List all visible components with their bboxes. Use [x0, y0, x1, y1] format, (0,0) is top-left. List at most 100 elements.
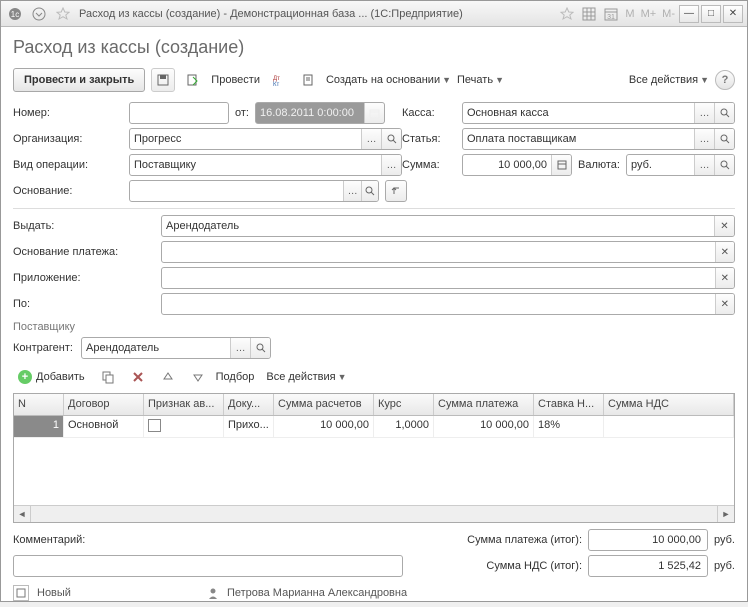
- save-icon[interactable]: [151, 68, 175, 92]
- issue-to-field[interactable]: Арендодатель ✕: [161, 215, 735, 237]
- cashdesk-field[interactable]: Основная касса …: [462, 102, 735, 124]
- cell-n[interactable]: 1: [14, 416, 64, 437]
- by-field[interactable]: ✕: [161, 293, 735, 315]
- table-row[interactable]: 1 Основной Прихо... 10 000,00 1,0000 10 …: [14, 416, 734, 438]
- fav-icon[interactable]: [557, 4, 577, 24]
- by-input[interactable]: [162, 294, 715, 314]
- open-icon[interactable]: [250, 338, 270, 358]
- comment-input[interactable]: [14, 556, 402, 576]
- post-label[interactable]: Провести: [211, 74, 260, 86]
- ellipsis-icon[interactable]: …: [694, 129, 714, 149]
- ellipsis-icon[interactable]: …: [361, 129, 381, 149]
- basis-input[interactable]: [130, 181, 343, 201]
- calendar-icon[interactable]: 31: [601, 4, 621, 24]
- th-doc[interactable]: Доку...: [224, 394, 274, 415]
- print-menu[interactable]: Печать▼: [457, 74, 504, 86]
- delete-row-icon[interactable]: [126, 365, 150, 389]
- article-field[interactable]: Оплата поставщикам …: [462, 128, 735, 150]
- date-field[interactable]: 16.08.2011 0:00:00: [255, 102, 385, 124]
- open-icon[interactable]: [361, 181, 378, 201]
- ellipsis-icon[interactable]: …: [694, 103, 714, 123]
- star-icon[interactable]: [53, 4, 73, 24]
- help-button[interactable]: ?: [715, 70, 735, 90]
- ellipsis-icon[interactable]: …: [343, 181, 360, 201]
- clear-icon[interactable]: ✕: [714, 216, 734, 236]
- grid-icon[interactable]: [579, 4, 599, 24]
- clear-icon[interactable]: ✕: [715, 268, 734, 288]
- add-row-button[interactable]: + Добавить: [13, 366, 90, 388]
- doc-icon[interactable]: [296, 68, 320, 92]
- plus-icon: +: [18, 370, 32, 384]
- calendar-picker-icon[interactable]: [364, 103, 384, 123]
- th-contract[interactable]: Договор: [64, 394, 144, 415]
- th-vat[interactable]: Сумма НДС: [604, 394, 734, 415]
- open-icon[interactable]: [714, 103, 734, 123]
- ellipsis-icon[interactable]: …: [381, 155, 401, 175]
- table-hscrollbar[interactable]: ◄ ►: [14, 505, 734, 522]
- mem-mplus[interactable]: M+: [639, 8, 659, 20]
- currency-field[interactable]: руб. …: [626, 154, 735, 176]
- th-pay[interactable]: Сумма платежа: [434, 394, 534, 415]
- cell-rate[interactable]: 1,0000: [374, 416, 434, 437]
- move-down-icon[interactable]: [186, 365, 210, 389]
- open-icon[interactable]: [381, 129, 401, 149]
- dropdown-icon[interactable]: [29, 4, 49, 24]
- advance-checkbox[interactable]: [148, 419, 161, 432]
- clear-icon[interactable]: ✕: [715, 294, 734, 314]
- scroll-right-icon[interactable]: ►: [717, 506, 734, 522]
- all-actions-menu[interactable]: Все действия▼: [629, 74, 709, 86]
- scroll-left-icon[interactable]: ◄: [14, 506, 31, 522]
- ellipsis-icon[interactable]: …: [694, 155, 714, 175]
- number-field[interactable]: [129, 102, 229, 124]
- fill-from-basis-button[interactable]: [385, 180, 407, 202]
- post-and-close-button[interactable]: Провести и закрыть: [13, 68, 145, 92]
- dtkt-icon[interactable]: ДтКт: [266, 68, 290, 92]
- user-name: Петрова Марианна Александровна: [227, 587, 407, 599]
- attachment-input[interactable]: [162, 268, 715, 288]
- cell-vat[interactable]: [604, 416, 734, 437]
- sum-field[interactable]: 10 000,00: [462, 154, 572, 176]
- label-pay-basis: Основание платежа:: [13, 246, 161, 258]
- print-label: Печать: [457, 74, 493, 86]
- attachment-field[interactable]: ✕: [161, 267, 735, 289]
- number-input[interactable]: [130, 103, 228, 123]
- open-icon[interactable]: [714, 155, 734, 175]
- close-button[interactable]: ✕: [723, 5, 743, 23]
- table-all-actions-menu[interactable]: Все действия▼: [266, 371, 346, 383]
- cell-calc[interactable]: 10 000,00: [274, 416, 374, 437]
- th-calc[interactable]: Сумма расчетов: [274, 394, 374, 415]
- calculator-icon[interactable]: [551, 155, 571, 175]
- label-currency: Валюта:: [578, 159, 620, 171]
- th-vat-rate[interactable]: Ставка Н...: [534, 394, 604, 415]
- comment-field[interactable]: [13, 555, 403, 577]
- cell-advance[interactable]: [144, 416, 224, 437]
- maximize-button[interactable]: □: [701, 5, 721, 23]
- cell-vat-rate[interactable]: 18%: [534, 416, 604, 437]
- svg-text:31: 31: [608, 14, 616, 21]
- basis-field[interactable]: …: [129, 180, 379, 202]
- counterparty-field[interactable]: Арендодатель …: [81, 337, 271, 359]
- pay-basis-input[interactable]: [162, 242, 715, 262]
- cell-doc[interactable]: Прихо...: [224, 416, 274, 437]
- total-vat-field: 1 525,42: [588, 555, 708, 577]
- org-field[interactable]: Прогресс …: [129, 128, 402, 150]
- ellipsis-icon[interactable]: …: [230, 338, 250, 358]
- mem-mminus[interactable]: M-: [660, 8, 677, 20]
- cell-pay[interactable]: 10 000,00: [434, 416, 534, 437]
- create-based-menu[interactable]: Создать на основании▼: [326, 74, 451, 86]
- copy-row-icon[interactable]: [96, 365, 120, 389]
- open-icon[interactable]: [714, 129, 734, 149]
- clear-icon[interactable]: ✕: [715, 242, 734, 262]
- pick-button[interactable]: Подбор: [216, 371, 255, 383]
- th-n[interactable]: N: [14, 394, 64, 415]
- cell-contract[interactable]: Основной: [64, 416, 144, 437]
- op-type-field[interactable]: Поставщику …: [129, 154, 402, 176]
- pay-basis-field[interactable]: ✕: [161, 241, 735, 263]
- table-toolbar: + Добавить Подбор Все действия▼: [13, 365, 735, 389]
- post-icon[interactable]: [181, 68, 205, 92]
- mem-m[interactable]: M: [623, 8, 636, 20]
- th-advance[interactable]: Признак ав...: [144, 394, 224, 415]
- move-up-icon[interactable]: [156, 365, 180, 389]
- th-rate[interactable]: Курс: [374, 394, 434, 415]
- minimize-button[interactable]: —: [679, 5, 699, 23]
